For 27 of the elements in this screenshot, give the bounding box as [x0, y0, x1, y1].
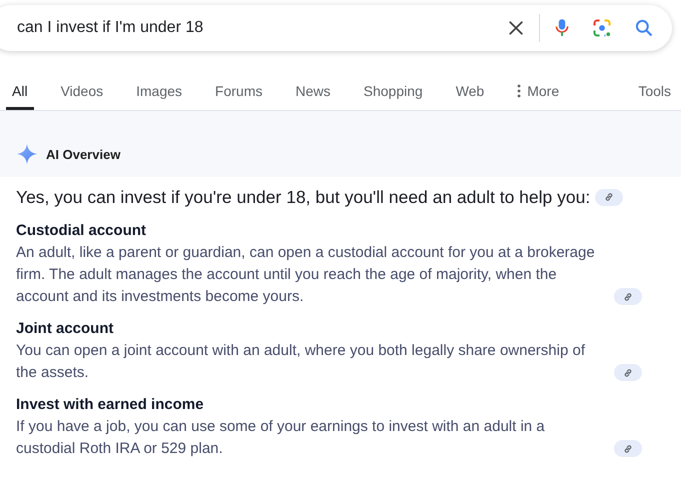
search-tab[interactable]: Forums	[209, 74, 268, 110]
search-tab[interactable]: Shopping	[358, 74, 429, 110]
search-icon[interactable]	[634, 18, 654, 38]
overview-title: AI Overview	[46, 146, 120, 162]
dots-icon	[517, 84, 522, 98]
camera-icon[interactable]	[592, 18, 612, 38]
search-tab[interactable]: Images	[130, 74, 188, 110]
microphone-icon[interactable]	[554, 18, 570, 38]
sparkle-icon	[16, 143, 38, 165]
link-icon[interactable]	[614, 288, 642, 305]
tools-link[interactable]: Tools	[638, 74, 671, 110]
section-text: If you have a job, you can use some of your earnings to invest with an adult in a custodial Roth IRA or 529 plan.	[16, 417, 546, 459]
link-icon[interactable]	[595, 188, 624, 206]
search-tab[interactable]: More	[511, 74, 566, 110]
search-tab[interactable]: News	[290, 74, 337, 110]
search-tab[interactable]: Web	[450, 74, 490, 110]
link-icon[interactable]	[614, 440, 642, 457]
section-text: You can open a joint account with an adult, where you both legally share ownership of the assets.	[16, 341, 586, 383]
section-text: An adult, like a parent or guardian, can open a custodial account for you at a brokerage firm. The adult manages the account until you reach the age of majority, when the account and its investments become yours.	[16, 243, 596, 307]
search-field[interactable]: can I invest if I'm under 18	[17, 19, 507, 37]
section-heading: Joint account	[16, 319, 115, 339]
search-tab[interactable]: Videos	[54, 74, 110, 110]
section-heading: Invest with earned income	[16, 395, 205, 415]
section-heading: Custodial account	[16, 221, 148, 241]
close-icon[interactable]	[507, 19, 525, 37]
overview-summary: Yes, you can invest if you're under 18, but you'll need an adult to help you:	[16, 186, 590, 209]
link-icon[interactable]	[614, 364, 642, 381]
